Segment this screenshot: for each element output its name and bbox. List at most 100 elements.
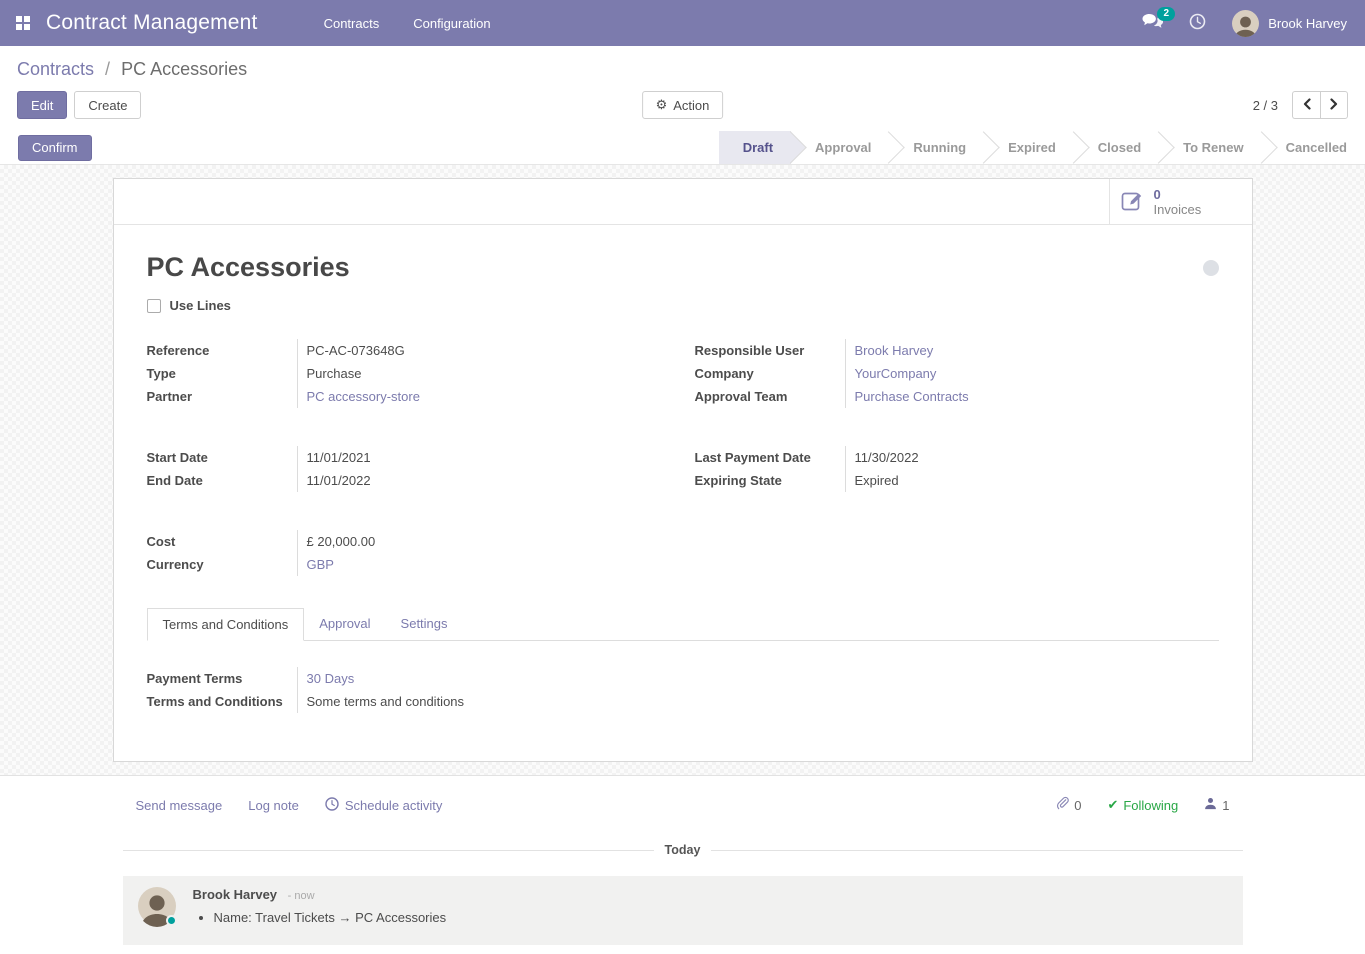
field-value-responsible-user-link[interactable]: Brook Harvey	[855, 343, 934, 358]
today-label: Today	[654, 843, 712, 857]
menu-item-configuration[interactable]: Configuration	[409, 10, 494, 37]
form-view-background: 0 Invoices PC Accessories Use Lines Refe…	[0, 165, 1365, 776]
field-group-terms: Payment Terms 30 Days Terms and Conditio…	[147, 667, 671, 713]
pager-previous-button[interactable]	[1292, 91, 1320, 119]
field-label-reference: Reference	[147, 339, 298, 362]
schedule-activity-label: Schedule activity	[345, 798, 443, 813]
person-icon	[1204, 797, 1217, 813]
field-value-terms-and-conditions: Some terms and conditions	[298, 690, 671, 713]
use-lines-label: Use Lines	[170, 298, 231, 313]
record-title: PC Accessories	[147, 252, 350, 283]
following-label: Following	[1123, 798, 1178, 813]
today-divider: Today	[123, 850, 1243, 851]
user-menu[interactable]: Brook Harvey	[1224, 6, 1355, 41]
apps-menu-button[interactable]	[0, 0, 46, 46]
pencil-square-icon	[1120, 188, 1144, 215]
main-menu: Contracts Configuration	[320, 10, 495, 37]
field-label-type: Type	[147, 362, 298, 385]
control-panel: Contracts / PC Accessories Edit Create ⚙…	[0, 46, 1365, 131]
action-button-label: Action	[673, 98, 709, 113]
confirm-button[interactable]: Confirm	[18, 135, 92, 161]
status-step-draft[interactable]: Draft	[719, 131, 791, 164]
followers-button[interactable]: 1	[1204, 797, 1229, 813]
log-note-button[interactable]: Log note	[248, 798, 299, 813]
followers-count: 1	[1222, 798, 1229, 813]
field-value-approval-team-link[interactable]: Purchase Contracts	[855, 389, 969, 404]
tab-terms-and-conditions[interactable]: Terms and Conditions	[147, 608, 305, 641]
field-label-currency: Currency	[147, 553, 298, 576]
navbar-systray: 2 Brook Harvey	[1134, 6, 1355, 41]
sheet-body: PC Accessories Use Lines Reference PC-AC…	[114, 225, 1252, 761]
pager-value: 2 / 3	[1253, 98, 1278, 113]
use-lines-checkbox[interactable]	[147, 299, 161, 313]
send-message-button[interactable]: Send message	[136, 798, 223, 813]
chevron-left-icon	[1302, 98, 1312, 113]
field-label-responsible-user: Responsible User	[695, 339, 846, 362]
field-label-terms-and-conditions: Terms and Conditions	[147, 690, 298, 713]
tab-content-terms: Payment Terms 30 Days Terms and Conditio…	[147, 667, 1219, 713]
field-group-dates-left: Start Date 11/01/2021 End Date 11/01/202…	[147, 446, 671, 492]
pager-next-button[interactable]	[1320, 91, 1348, 119]
field-group-left: Reference PC-AC-073648G Type Purchase Pa…	[147, 339, 671, 408]
field-label-last-payment-date: Last Payment Date	[695, 446, 846, 469]
check-icon: ✔	[1107, 797, 1118, 813]
field-value-last-payment-date: 11/30/2022	[846, 446, 1219, 469]
paperclip-icon	[1056, 796, 1069, 814]
button-box: 0 Invoices	[114, 179, 1252, 225]
messages-count-badge: 2	[1157, 7, 1175, 21]
field-value-expiring-state: Expired	[846, 469, 1219, 492]
field-value-currency-link[interactable]: GBP	[307, 557, 334, 572]
schedule-activity-button[interactable]: Schedule activity	[325, 797, 443, 814]
field-label-payment-terms: Payment Terms	[147, 667, 298, 690]
field-label-start-date: Start Date	[147, 446, 298, 469]
action-button[interactable]: ⚙ Action	[642, 91, 724, 119]
breadcrumb-separator: /	[105, 59, 110, 79]
field-group-dates-right: Last Payment Date 11/30/2022 Expiring St…	[695, 446, 1219, 492]
message-time: - now	[288, 890, 315, 902]
notebook: Terms and Conditions Approval Settings P…	[147, 608, 1219, 713]
field-value-reference: PC-AC-073648G	[298, 339, 671, 362]
field-label-cost: Cost	[147, 530, 298, 553]
control-panel-buttons: Edit Create ⚙ Action 2 / 3	[17, 91, 1348, 119]
field-value-payment-terms-link[interactable]: 30 Days	[307, 671, 355, 686]
chatter-message: Brook Harvey - now Name: Travel Tickets …	[123, 876, 1243, 945]
following-button[interactable]: ✔ Following	[1107, 797, 1178, 813]
field-group-cost: Cost £ 20,000.00 Currency GBP	[147, 530, 671, 576]
tab-approval[interactable]: Approval	[304, 608, 385, 640]
field-value-company-link[interactable]: YourCompany	[855, 366, 937, 381]
field-value-end-date: 11/01/2022	[298, 469, 671, 492]
create-button[interactable]: Create	[74, 91, 141, 119]
gear-icon: ⚙	[656, 97, 668, 113]
attachments-button[interactable]: 0	[1056, 796, 1081, 814]
invoices-stat-button[interactable]: 0 Invoices	[1109, 179, 1252, 224]
field-value-start-date: 11/01/2021	[298, 446, 671, 469]
field-value-cost: £ 20,000.00	[298, 530, 671, 553]
breadcrumb-current: PC Accessories	[121, 59, 247, 79]
menu-item-contracts[interactable]: Contracts	[320, 10, 384, 37]
statusbar: Confirm Draft Approval Running Expired C…	[0, 131, 1365, 165]
app-title[interactable]: Contract Management	[46, 11, 258, 35]
tracking-change-item: Name: Travel Tickets → PC Accessories	[214, 910, 447, 925]
attachments-count: 0	[1074, 798, 1081, 813]
field-label-partner: Partner	[147, 385, 298, 408]
field-value-type: Purchase	[298, 362, 671, 385]
field-value-partner-link[interactable]: PC accessory-store	[307, 389, 420, 404]
messages-button[interactable]: 2	[1134, 7, 1171, 39]
invoices-count: 0	[1154, 187, 1161, 202]
edit-button[interactable]: Edit	[17, 91, 67, 119]
breadcrumb: Contracts / PC Accessories	[17, 59, 1348, 80]
invoices-label: Invoices	[1154, 202, 1202, 217]
breadcrumb-parent-link[interactable]: Contracts	[17, 59, 94, 79]
chatter: Send message Log note Schedule activity	[0, 776, 1365, 945]
tab-settings[interactable]: Settings	[386, 608, 463, 640]
form-sheet: 0 Invoices PC Accessories Use Lines Refe…	[113, 178, 1253, 762]
top-navbar: Contract Management Contracts Configurat…	[0, 0, 1365, 46]
field-label-approval-team: Approval Team	[695, 385, 846, 408]
message-author[interactable]: Brook Harvey	[193, 887, 278, 902]
message-avatar	[138, 887, 176, 925]
user-avatar	[1232, 10, 1259, 37]
activities-button[interactable]	[1181, 7, 1214, 39]
chevron-right-icon	[1329, 98, 1339, 113]
kanban-state-circle[interactable]	[1203, 260, 1219, 276]
field-label-end-date: End Date	[147, 469, 298, 492]
